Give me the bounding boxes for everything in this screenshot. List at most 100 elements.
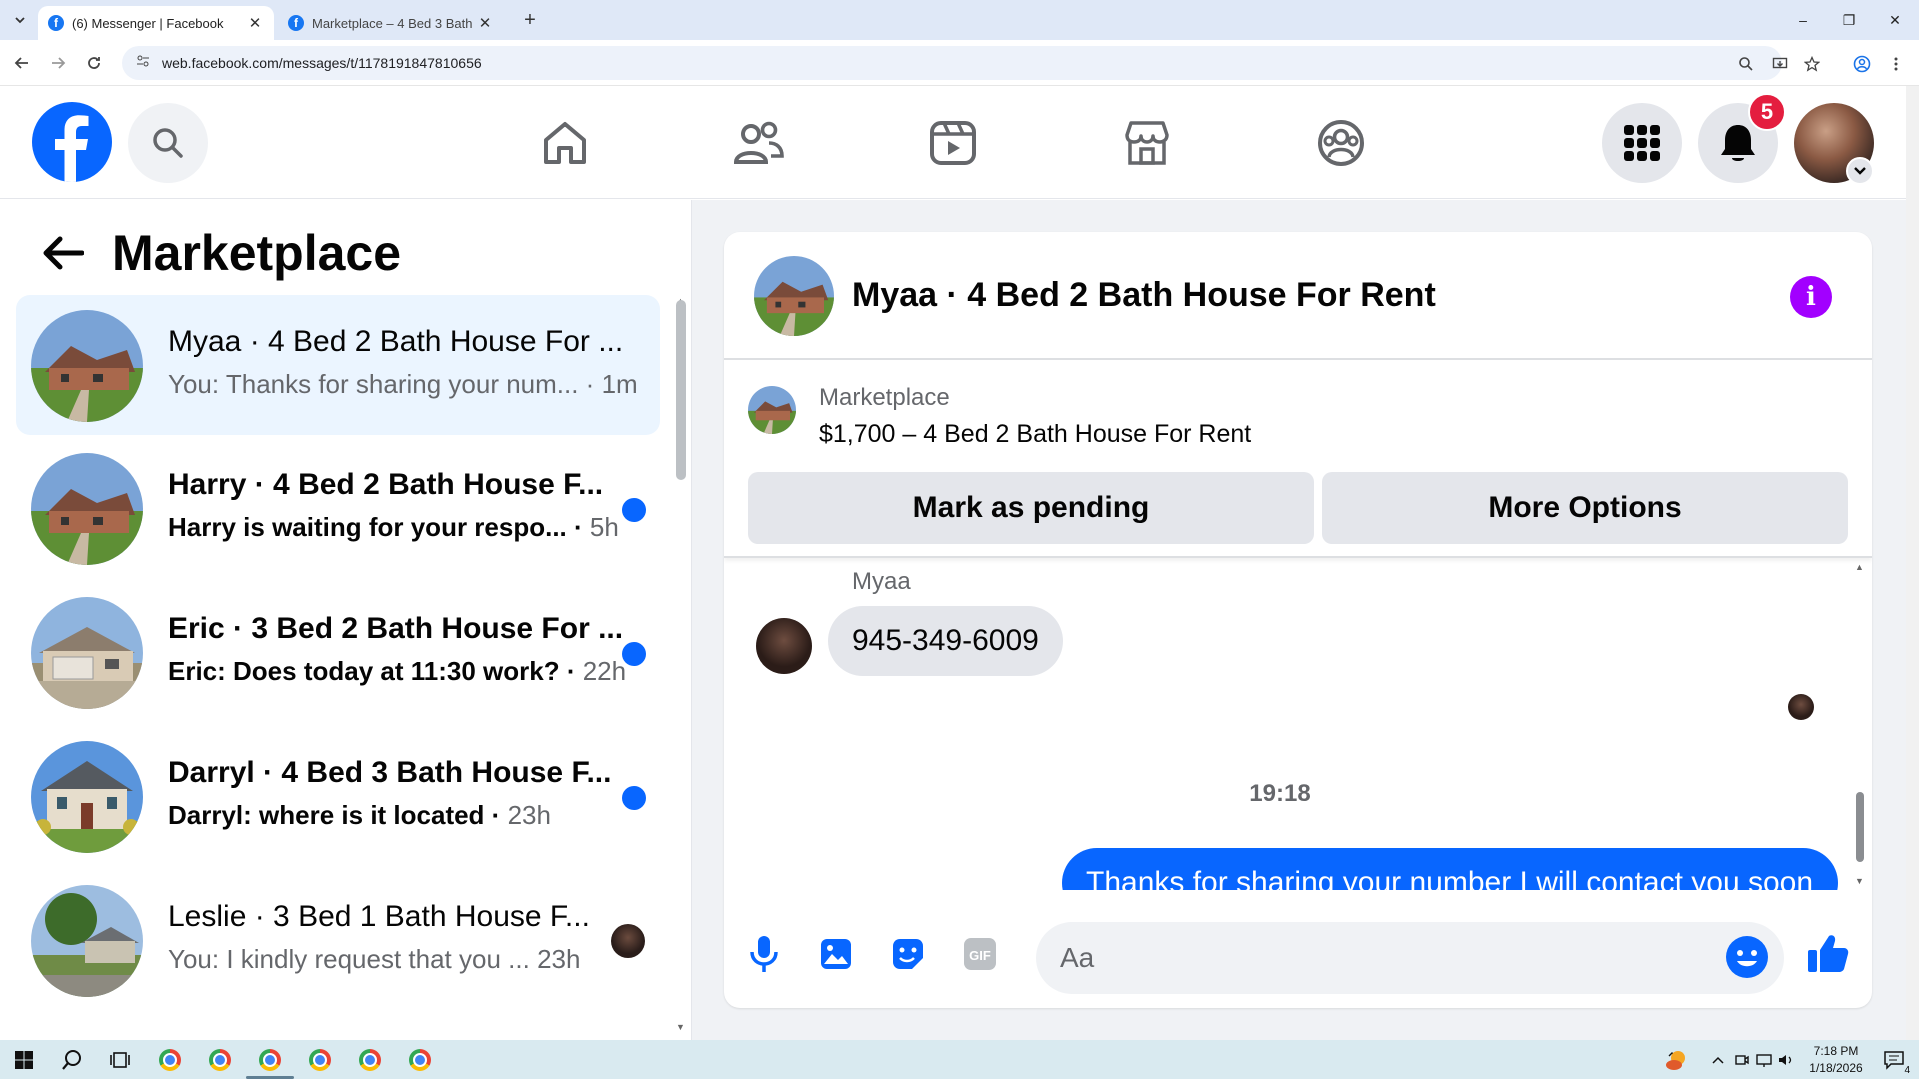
photo-icon[interactable] [814, 932, 858, 976]
bookmark-star-icon[interactable] [1802, 54, 1822, 74]
more-options-button[interactable]: More Options [1322, 472, 1848, 544]
chrome-taskbar-icon[interactable] [154, 1044, 186, 1076]
taskbar-search-icon[interactable] [56, 1044, 88, 1076]
gif-label: GIF [969, 948, 991, 963]
menu-grid-icon [1624, 125, 1660, 161]
listing-category: Marketplace [819, 384, 950, 411]
menu-button[interactable] [1602, 103, 1682, 183]
chrome-taskbar-icon[interactable] [304, 1044, 336, 1076]
conversation-item[interactable]: Leslie · 3 Bed 1 Bath House F... You: I … [16, 870, 660, 1010]
listing-small-thumbnail[interactable] [748, 386, 796, 434]
zoom-icon[interactable] [1736, 54, 1756, 74]
conversation-item[interactable]: Darryl · 4 Bed 3 Bath House F... Darryl:… [16, 726, 660, 866]
chrome-taskbar-icon[interactable] [354, 1044, 386, 1076]
scroll-down-arrow-icon[interactable]: ▼ [1855, 876, 1864, 886]
scroll-down-arrow-icon[interactable]: ▼ [676, 1022, 685, 1032]
conversation-item[interactable]: Myaa · 4 Bed 2 Bath House For ... You: T… [16, 295, 660, 435]
listing-thumbnail [31, 597, 143, 709]
home-nav-icon[interactable] [538, 116, 592, 170]
message-thread: Myaa 945-349-6009 19:18 Thanks for shari… [724, 560, 1872, 890]
install-app-icon[interactable] [1770, 54, 1790, 74]
back-arrow-icon[interactable] [40, 230, 86, 276]
groups-nav-icon[interactable] [1314, 116, 1368, 170]
weather-icon[interactable] [1660, 1044, 1692, 1076]
browser-tab-messenger[interactable]: f (6) Messenger | Facebook ✕ [38, 6, 274, 40]
task-view-icon[interactable] [104, 1044, 136, 1076]
mark-as-pending-button[interactable]: Mark as pending [748, 472, 1314, 544]
chrome-taskbar-icon[interactable] [254, 1044, 286, 1076]
read-receipt-avatar [1788, 694, 1814, 720]
notification-center-icon[interactable]: 4 [1878, 1044, 1910, 1076]
conversation-name: Leslie · 3 Bed 1 Bath House F... [168, 900, 590, 933]
panel-title: Marketplace [112, 225, 402, 281]
back-button[interactable] [10, 51, 34, 75]
close-window-button[interactable]: ✕ [1872, 6, 1918, 34]
listing-thumbnail [31, 741, 143, 853]
facebook-favicon-icon: f [48, 15, 64, 31]
facebook-favicon-icon: f [288, 15, 304, 31]
address-bar[interactable]: web.facebook.com/messages/t/117819184781… [122, 46, 1782, 80]
listing-title[interactable]: $1,700 – 4 Bed 2 Bath House For Rent [819, 420, 1251, 449]
sender-avatar[interactable] [756, 618, 812, 674]
clock-time[interactable]: 7:18 PM [1800, 1044, 1872, 1058]
volume-icon[interactable] [1770, 1044, 1802, 1076]
tab-title: (6) Messenger | Facebook [72, 15, 224, 31]
search-icon [153, 128, 183, 158]
listing-thumbnail [31, 885, 143, 997]
message-composer: GIF [724, 908, 1872, 1008]
conversation-preview: Harry is waiting for your respo... · 5h [168, 512, 619, 542]
browser-tab-bar: f (6) Messenger | Facebook ✕ f Marketpla… [0, 0, 1919, 40]
windows-taskbar: 7:18 PM 1/18/2026 4 [0, 1040, 1919, 1079]
conversation-list-scrollbar[interactable] [676, 300, 686, 480]
chat-title[interactable]: Myaa · 4 Bed 2 Bath House For Rent [852, 276, 1436, 315]
tab-close-icon[interactable]: ✕ [476, 14, 494, 32]
video-nav-icon[interactable] [926, 116, 980, 170]
browser-tab-marketplace[interactable]: f Marketplace – 4 Bed 3 Bath House ✕ [278, 6, 504, 40]
minimize-button[interactable]: – [1780, 6, 1826, 34]
tab-title: Marketplace – 4 Bed 3 Bath House [312, 15, 476, 31]
chat-listing-thumbnail[interactable] [754, 256, 834, 336]
chrome-taskbar-icon[interactable] [404, 1044, 436, 1076]
conversation-preview: Darryl: where is it located · 23h [168, 800, 551, 830]
friends-nav-icon[interactable] [732, 116, 786, 170]
restore-button[interactable]: ❐ [1826, 6, 1872, 34]
emoji-icon[interactable] [1726, 936, 1768, 978]
tab-search-chevron-icon[interactable] [8, 8, 32, 32]
conversation-preview: You: Thanks for sharing your num... · 1m [168, 369, 638, 399]
marketplace-nav-icon[interactable] [1120, 116, 1174, 170]
conversation-list-panel: Marketplace Myaa · 4 Bed 2 Bath House Fo… [0, 200, 692, 1040]
scroll-up-arrow-icon[interactable]: ▲ [1855, 562, 1864, 572]
notification-count-badge: 5 [1748, 93, 1786, 131]
conversation-item[interactable]: Harry · 4 Bed 2 Bath House F... Harry is… [16, 438, 660, 578]
facebook-logo-icon[interactable] [32, 102, 112, 182]
forward-button[interactable] [46, 51, 70, 75]
profile-icon[interactable] [1852, 54, 1872, 74]
message-input[interactable] [1036, 922, 1676, 994]
listing-thumbnail [31, 310, 143, 422]
outgoing-message-bubble[interactable]: Thanks for sharing your number I will co… [1062, 848, 1838, 890]
reload-button[interactable] [82, 51, 106, 75]
page-scrollbar-track[interactable] [1906, 86, 1919, 1040]
conversation-name: Eric · 3 Bed 2 Bath House For ... [168, 612, 624, 645]
conversation-name: Myaa · 4 Bed 2 Bath House For ... [168, 325, 624, 358]
clock-date[interactable]: 1/18/2026 [1800, 1061, 1872, 1075]
windows-start-icon[interactable] [8, 1044, 40, 1076]
gif-icon[interactable]: GIF [958, 932, 1002, 976]
chrome-taskbar-icon[interactable] [204, 1044, 236, 1076]
chevron-down-icon[interactable] [1846, 157, 1874, 185]
sender-name: Myaa [852, 568, 911, 595]
tab-close-icon[interactable]: ✕ [246, 14, 264, 32]
message-timestamp: 19:18 [1249, 780, 1311, 807]
message-scrollbar[interactable] [1856, 792, 1864, 862]
site-info-icon[interactable] [136, 54, 150, 73]
thumbs-up-icon[interactable] [1806, 932, 1850, 976]
notification-center-count: 4 [1904, 1065, 1910, 1076]
info-icon[interactable]: i [1790, 276, 1832, 318]
microphone-icon[interactable] [742, 932, 786, 976]
conversation-item[interactable]: Eric · 3 Bed 2 Bath House For ... Eric: … [16, 582, 660, 722]
sticker-icon[interactable] [886, 932, 930, 976]
new-tab-button[interactable]: + [518, 8, 542, 32]
search-button[interactable] [128, 103, 208, 183]
browser-menu-icon[interactable] [1886, 54, 1906, 74]
incoming-message-bubble[interactable]: 945-349-6009 [828, 606, 1063, 676]
